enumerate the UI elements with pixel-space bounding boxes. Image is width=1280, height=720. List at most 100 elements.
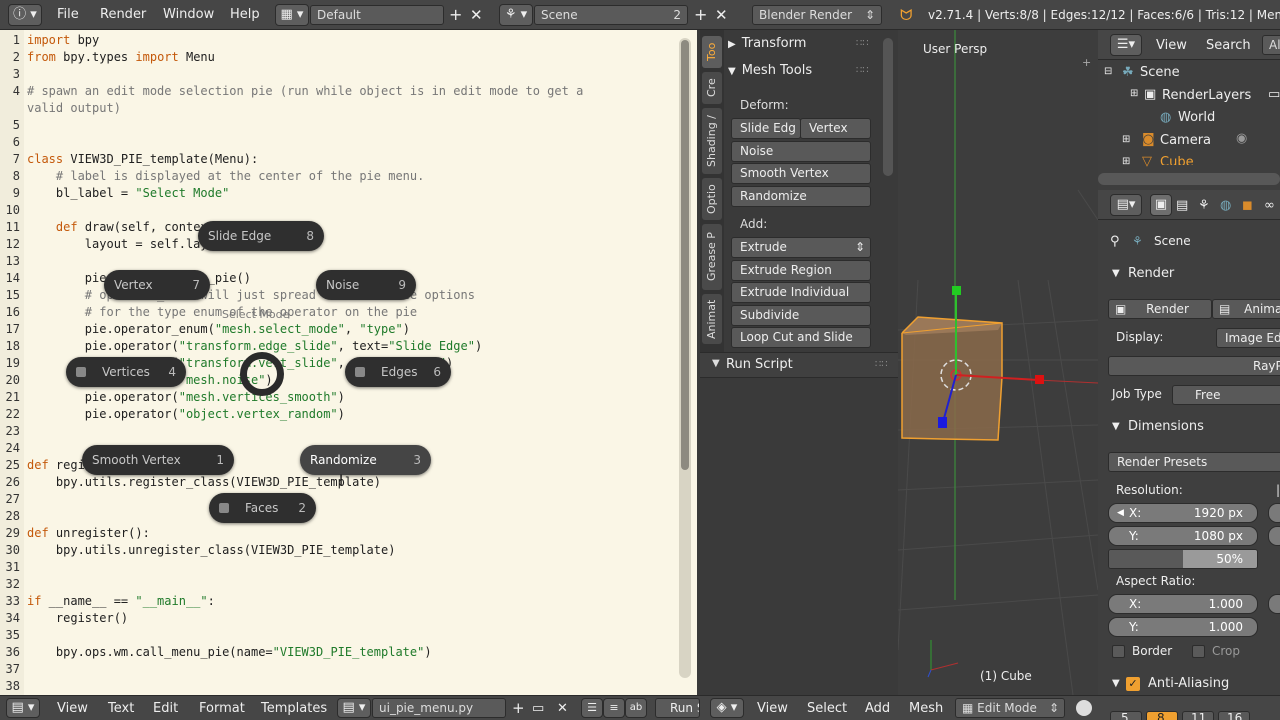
resolution-percentage-slider[interactable]: 50%	[1108, 549, 1258, 569]
render-engine-select[interactable]: Blender Render ⇕	[752, 5, 882, 25]
expanded-arrow-icon[interactable]: ▼	[1112, 421, 1120, 432]
code-line[interactable]: bpy.utils.register_class(VIEW3D_PIE_temp…	[27, 474, 381, 491]
aspect-x-field[interactable]: X: 1.000	[1108, 594, 1258, 614]
remove-layout-icon[interactable]: ✕	[470, 4, 483, 26]
outliner-type-icon[interactable]: ☰▾	[1110, 34, 1142, 56]
tab-animation[interactable]: Animat	[702, 294, 722, 344]
anti-aliasing-panel-header[interactable]: Anti-Aliasing	[1148, 676, 1229, 691]
transform-panel-header[interactable]: ▶ Transform	[728, 36, 806, 51]
pie-item-noise[interactable]: Noise 9	[316, 270, 416, 300]
outliner-menu-view[interactable]: View	[1156, 38, 1187, 53]
aa-sample-11[interactable]: 11	[1182, 711, 1214, 720]
pie-item-randomize[interactable]: Randomize 3	[300, 445, 431, 475]
editor-type-cube-icon[interactable]: ◈ ▾	[710, 698, 744, 718]
expand-icon[interactable]: ⊞	[1130, 88, 1138, 99]
outliner-item-camera[interactable]: Camera	[1160, 133, 1211, 148]
menu-help[interactable]: Help	[230, 4, 260, 26]
pie-item-edges[interactable]: Edges 6	[345, 357, 451, 387]
code-line[interactable]: def unregister():	[27, 525, 150, 542]
raypump-button[interactable]: RayPum	[1108, 356, 1280, 376]
slide-vertex-button[interactable]: Vertex	[800, 118, 871, 139]
menu-window[interactable]: Window	[163, 4, 214, 26]
pin-icon[interactable]: ⚲	[1110, 234, 1120, 249]
code-line[interactable]: pie.operator("object.vertex_random")	[27, 406, 345, 423]
word-wrap-icon[interactable]: ≡	[603, 698, 625, 718]
code-line[interactable]: # label is displayed at the center of th…	[27, 168, 424, 185]
scene-tab-icon[interactable]: ⚘	[1198, 198, 1210, 213]
tab-create[interactable]: Cre	[702, 72, 722, 104]
border-checkbox[interactable]	[1112, 645, 1125, 658]
job-type-select[interactable]: Free	[1172, 385, 1280, 405]
run-script-button[interactable]: Run S	[655, 698, 700, 718]
mode-select[interactable]: ▦ Edit Mode ⇕	[955, 698, 1065, 718]
subdivide-button[interactable]: Subdivide	[731, 305, 871, 326]
outliner-item-scene[interactable]: Scene	[1140, 65, 1180, 80]
menu-format[interactable]: Format	[199, 700, 245, 717]
extrude-select[interactable]: Extrude ⇕	[731, 237, 871, 258]
render-restrict-icon[interactable]: ▭	[1268, 87, 1280, 102]
resolution-x-field[interactable]: ◀ X: 1920 px	[1108, 503, 1258, 523]
new-text-icon[interactable]: +	[512, 700, 525, 717]
render-tab-icon[interactable]: ▣	[1150, 194, 1172, 216]
code-line[interactable]: pie.operator_enum("mesh.select_mode", "t…	[27, 321, 410, 338]
expand-icon[interactable]: ⊞	[1122, 156, 1130, 167]
code-line[interactable]: bl_label = "Select Mode"	[27, 185, 229, 202]
pie-item-vertices[interactable]: Vertices 4	[66, 357, 186, 387]
mesh-tools-panel-header[interactable]: ▼ Mesh Tools	[728, 63, 812, 78]
render-layers-tab-icon[interactable]: ▤	[1176, 198, 1188, 213]
syntax-highlight-icon[interactable]: ab	[625, 698, 647, 718]
render-button[interactable]: ▣ Render	[1108, 299, 1212, 319]
editor-scrollbar-thumb[interactable]	[681, 40, 689, 470]
pie-item-smooth-vertex[interactable]: Smooth Vertex 1	[82, 445, 234, 475]
tab-tools[interactable]: Too	[702, 36, 722, 68]
tab-grease-pencil[interactable]: Grease P	[702, 224, 722, 290]
expanded-arrow-icon[interactable]: ▼	[1112, 268, 1120, 279]
aa-sample-16[interactable]: 16	[1218, 711, 1250, 720]
tab-options[interactable]: Optio	[702, 178, 722, 220]
text-editor[interactable]: 1 2 3 4 5 6 7 8 9 10 11 12 13 14 15 16 17 18 19 20 21 22 23 24 2…	[0, 30, 697, 695]
tab-shading[interactable]: Shading /	[702, 108, 722, 174]
outliner-hscrollbar[interactable]	[1098, 173, 1280, 185]
code-line[interactable]: register()	[27, 610, 128, 627]
code-line[interactable]: bpy.ops.wm.call_menu_pie(name="VIEW3D_PI…	[27, 644, 432, 661]
scene-icon[interactable]: ⚘ ▾	[499, 4, 533, 26]
layout-icon[interactable]: ▦ ▾	[275, 4, 309, 26]
frame-rate-field[interactable]	[1268, 594, 1280, 614]
view3d-menu-select[interactable]: Select	[807, 700, 847, 717]
outliner-item-renderlayers[interactable]: RenderLayers	[1162, 88, 1251, 103]
run-script-panel[interactable]: ▼ Run Script ∷∷	[700, 352, 898, 378]
render-panel-header[interactable]: Render	[1128, 266, 1174, 281]
animation-button[interactable]: ▤ Animat	[1212, 299, 1280, 319]
text-filename-field[interactable]: ui_pie_menu.py	[372, 698, 506, 718]
object-tab-icon[interactable]: ◼	[1242, 198, 1253, 213]
frame-start-field[interactable]	[1268, 503, 1280, 523]
open-folder-icon[interactable]: ▭	[532, 700, 544, 717]
smooth-vertex-button[interactable]: Smooth Vertex	[731, 163, 871, 184]
code-line[interactable]: from bpy.types import Menu	[27, 49, 215, 66]
randomize-button[interactable]: Randomize	[731, 186, 871, 207]
constraints-tab-icon[interactable]: ∞	[1264, 198, 1275, 213]
extrude-region-button[interactable]: Extrude Region	[731, 260, 871, 281]
code-line[interactable]: class VIEW3D_PIE_template(Menu):	[27, 151, 258, 168]
close-text-icon[interactable]: ✕	[557, 700, 568, 717]
world-tab-icon[interactable]: ◍	[1220, 198, 1231, 213]
aa-sample-5[interactable]: 5	[1110, 711, 1142, 720]
render-presets-select[interactable]: Render Presets	[1108, 452, 1280, 472]
text-datablock-icon[interactable]: ▤ ▾	[337, 698, 371, 718]
menu-edit[interactable]: Edit	[153, 700, 178, 717]
layout-field[interactable]: Default	[310, 5, 444, 25]
frame-end-field[interactable]	[1268, 526, 1280, 546]
outliner-display-select[interactable]: Al	[1262, 35, 1280, 55]
outliner-item-cube[interactable]: Cube	[1160, 155, 1194, 165]
add-scene-icon[interactable]: +	[694, 4, 707, 26]
menu-view[interactable]: View	[57, 700, 88, 717]
code-line[interactable]: valid output)	[27, 100, 121, 117]
menu-templates[interactable]: Templates	[261, 700, 327, 717]
tool-shelf-scrollbar[interactable]	[883, 38, 893, 176]
anti-aliasing-checkbox[interactable]: ✓	[1126, 677, 1140, 691]
code-line[interactable]: # spawn an edit mode selection pie (run …	[27, 83, 583, 100]
crop-checkbox[interactable]	[1192, 645, 1205, 658]
collapse-icon[interactable]: ⊟	[1104, 66, 1112, 77]
remove-scene-icon[interactable]: ✕	[715, 4, 728, 26]
aa-sample-8[interactable]: 8	[1146, 711, 1178, 720]
